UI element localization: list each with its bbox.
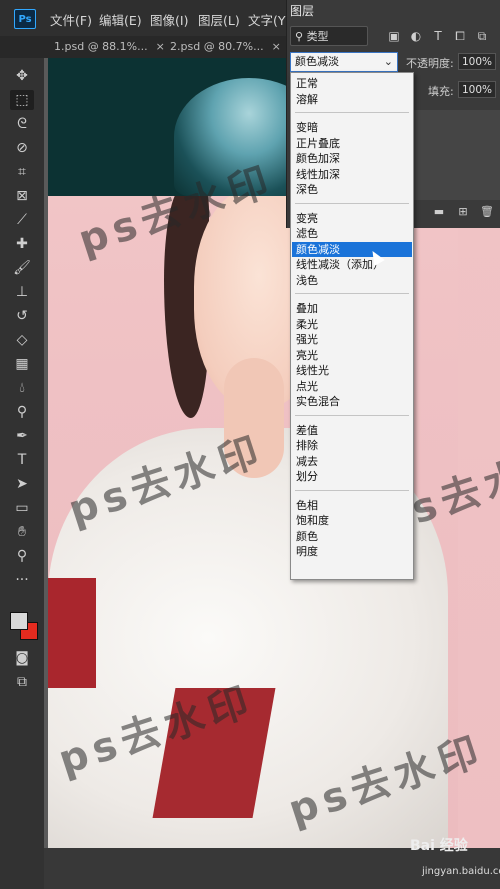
type-icon[interactable]: T [10,450,34,470]
quick-mask-icon[interactable]: ◙ [10,648,34,668]
tab-label: 2.psd @ 80.7%... [170,40,264,53]
screen-mode-icon[interactable]: ⧉ [10,672,34,692]
blend-mode-option[interactable]: 滤色 [292,226,412,241]
blend-mode-option[interactable]: 饱和度 [292,513,412,528]
baidu-url: jingyan.baidu.com [422,866,500,877]
rectangle-icon[interactable]: ▭ [10,498,34,518]
blend-mode-option[interactable]: 划分 [292,469,412,484]
blend-mode-value: 颜色减淡 [295,55,339,68]
dodge-icon[interactable]: ⚲ [10,402,34,422]
blend-mode-dropdown: 正常 溶解变暗 正片叠底 颜色加深 线性加深 深色变亮 滤色 颜色减淡 线性减淡（添加） 浅色叠加… [290,72,414,580]
marquee-icon[interactable]: ⬚ [10,90,34,110]
blend-mode-option[interactable]: 亮光 [292,348,412,363]
new-group-icon[interactable]: ▬ [432,204,446,218]
blend-mode-option[interactable]: 溶解 [292,92,412,107]
layer-list[interactable] [414,110,500,200]
blend-mode-option[interactable]: 强光 [292,332,412,347]
tools-panel: ✥ ⬚ ᘓ ⊘ ⌗ ⊠ ⟋ ✚ 🖌︎ ⊥ ↺ ◇ ▦ 💧︎ ⚲ ✒︎ T ➤ ▭… [0,58,44,889]
baidu-logo: Bai 经验 [410,838,468,854]
quick-select-icon[interactable]: ⊘ [10,138,34,158]
menu-separator [295,489,409,491]
eyedropper-icon[interactable]: ⟋ [10,210,34,230]
menu-file[interactable]: 文件(F) [50,10,92,29]
adjustment-filter-icon[interactable]: ◐ [408,28,424,44]
frame-icon[interactable]: ⊠ [10,186,34,206]
opacity-label: 不透明度: [406,57,454,70]
blend-mode-option[interactable]: 明度 [292,544,412,559]
photo-red-pattern [48,578,96,688]
blur-icon[interactable]: 💧︎ [10,378,34,398]
blend-mode-option[interactable]: 线性加深 [292,167,412,182]
new-layer-icon[interactable]: ⊞ [456,204,470,218]
tab-layers[interactable]: 图层 [290,2,314,20]
blend-mode-option[interactable]: 色相 [292,498,412,513]
blend-mode-option[interactable]: 点光 [292,379,412,394]
blend-mode-option[interactable]: 柔光 [292,317,412,332]
image-filter-icon[interactable]: ▣ [386,28,402,44]
blend-mode-option[interactable]: 正片叠底 [292,136,412,151]
close-icon[interactable]: × [272,40,281,53]
menu-separator [295,112,409,113]
blend-mode-option[interactable]: 深色 [292,182,412,197]
gradient-icon[interactable]: ▦ [10,354,34,374]
menu-separator [295,202,409,204]
foreground-color-swatch[interactable] [10,612,28,630]
blend-mode-option[interactable]: 变暗 [292,120,412,135]
opacity-input[interactable]: 100% [458,53,496,70]
filter-label: 类型 [306,30,329,43]
blend-mode-option[interactable]: 颜色加深 [292,151,412,166]
search-icon: ⚲ [295,30,307,43]
menu-separator [295,293,409,294]
hand-icon[interactable]: ✋︎ [10,522,34,542]
fill-label: 填充: [428,85,454,98]
smart-object-filter-icon[interactable]: ⧉ [474,28,490,44]
zoom-icon[interactable]: ⚲ [10,546,34,566]
photoshop-logo: Ps [14,9,36,29]
stamp-icon[interactable]: ⊥ [10,282,34,302]
eraser-icon[interactable]: ◇ [10,330,34,350]
tab-label: 1.psd @ 88.1%... [54,40,148,53]
menu-layer[interactable]: 图层(L) [198,10,240,29]
menu-edit[interactable]: 编辑(E) [99,10,142,29]
crop-icon[interactable]: ⌗ [10,162,34,182]
menu-image[interactable]: 图像(I) [150,10,188,29]
blend-mode-option[interactable]: 正常 [292,76,412,91]
more-icon[interactable]: ··· [10,570,34,590]
blend-mode-option[interactable]: 颜色减淡 [292,241,412,257]
brush-icon[interactable]: 🖌︎ [10,258,34,278]
healing-icon[interactable]: ✚ [10,234,34,254]
path-select-icon[interactable]: ➤ [10,474,34,494]
blend-mode-option[interactable]: 差值 [292,423,412,438]
tab-document-1[interactable]: 1.psd @ 88.1%... × [48,38,171,56]
fill-input[interactable]: 100% [458,81,496,98]
delete-layer-icon[interactable]: 🗑︎ [480,204,494,218]
menu-separator [295,414,409,416]
menu-type[interactable]: 文字(Y) [248,10,290,29]
blend-mode-option[interactable]: 排除 [292,438,412,453]
type-filter-icon[interactable]: T [430,28,446,44]
blend-mode-option[interactable]: 减去 [292,454,412,469]
blend-mode-select[interactable]: 颜色减淡 ⌄ [290,52,398,72]
blend-mode-option[interactable]: 颜色 [292,529,412,544]
layer-filter-select[interactable]: ⚲ 类型 [290,26,368,46]
blend-mode-option[interactable]: 变亮 [292,211,412,226]
blend-mode-option[interactable]: 叠加 [292,301,412,316]
chevron-down-icon: ⌄ [383,55,393,68]
lasso-icon[interactable]: ᘓ [10,114,34,134]
blend-mode-option[interactable]: 线性光 [292,363,412,378]
blend-mode-option[interactable]: 实色混合 [292,394,412,409]
shape-filter-icon[interactable]: ⧠ [452,28,468,44]
move-icon[interactable]: ✥ [10,66,34,86]
history-brush-icon[interactable]: ↺ [10,306,34,326]
tab-document-2[interactable]: 2.psd @ 80.7%... × [164,38,287,56]
blend-mode-option[interactable]: 浅色 [292,273,412,288]
pen-icon[interactable]: ✒︎ [10,426,34,446]
blend-mode-option[interactable]: 线性减淡（添加） [292,257,412,272]
